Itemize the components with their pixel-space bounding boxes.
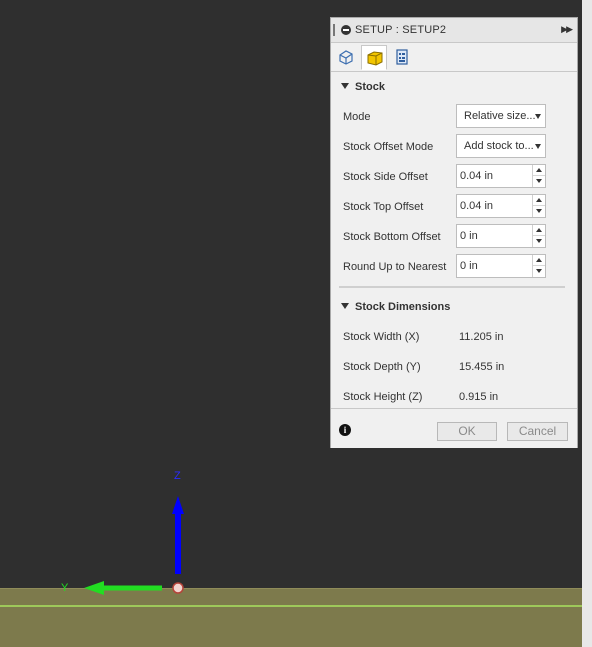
stock-height-label: Stock Height (Z) xyxy=(343,391,423,403)
stock-bottom-offset-value: 0 in xyxy=(460,230,478,242)
y-axis-arrowhead xyxy=(84,581,104,595)
stock-dimensions-section-header[interactable]: Stock Dimensions xyxy=(331,297,577,319)
stock-offset-mode-dropdown[interactable]: Add stock to... xyxy=(456,134,546,158)
decrement-icon[interactable] xyxy=(533,236,545,247)
window-edge-strip xyxy=(582,0,592,647)
drag-grip-icon[interactable] xyxy=(333,24,335,36)
stock-bottom-offset-input[interactable]: 0 in xyxy=(456,224,546,248)
y-axis-shaft xyxy=(100,585,162,591)
program-sheet-icon xyxy=(396,49,408,65)
decrement-icon[interactable] xyxy=(533,266,545,277)
stock-offset-mode-label: Stock Offset Mode xyxy=(343,141,434,153)
mode-label: Mode xyxy=(343,111,371,123)
dialog-tabbar xyxy=(331,43,577,72)
stock-dimensions-section-title: Stock Dimensions xyxy=(355,301,451,313)
y-axis-label: Y xyxy=(61,582,69,594)
stock-side-offset-value: 0.04 in xyxy=(460,170,494,182)
chevron-down-icon xyxy=(535,144,541,149)
mode-value: Relative size... xyxy=(464,110,536,122)
decrement-icon[interactable] xyxy=(533,176,545,187)
stock-depth-label: Stock Depth (Y) xyxy=(343,361,421,373)
yellow-cube-icon xyxy=(367,51,383,66)
stock-width-label: Stock Width (X) xyxy=(343,331,420,343)
collapse-triangle-icon[interactable] xyxy=(341,303,349,309)
dialog-titlebar[interactable]: SETUP : SETUP2 ▶▶ xyxy=(331,18,577,43)
stock-side-offset-label: Stock Side Offset xyxy=(343,171,428,183)
setup-dialog: SETUP : SETUP2 ▶▶ Stock Mode Relative si… xyxy=(330,17,578,448)
increment-icon[interactable] xyxy=(533,225,545,236)
z-axis-arrowhead xyxy=(172,496,184,514)
ground-grid-line xyxy=(0,605,582,607)
collapse-triangle-icon[interactable] xyxy=(341,83,349,89)
collapse-icon[interactable] xyxy=(341,25,351,35)
info-icon[interactable]: i xyxy=(339,424,351,436)
tab-stock[interactable] xyxy=(361,45,387,70)
dialog-title: SETUP : SETUP2 xyxy=(355,24,447,36)
round-up-input[interactable]: 0 in xyxy=(456,254,546,278)
expand-icon[interactable]: ▶▶ xyxy=(561,24,573,35)
stock-width-value: 11.205 in xyxy=(459,331,504,343)
axis-triad xyxy=(84,496,184,595)
stock-depth-value: 15.455 in xyxy=(459,361,505,373)
stock-top-offset-input[interactable]: 0.04 in xyxy=(456,194,546,218)
z-axis-label: Z xyxy=(174,470,181,482)
ok-button[interactable]: OK xyxy=(437,422,497,441)
increment-icon[interactable] xyxy=(533,195,545,206)
tab-post-process[interactable] xyxy=(389,45,415,70)
tab-setup[interactable] xyxy=(333,45,359,70)
increment-icon[interactable] xyxy=(533,255,545,266)
stock-bottom-offset-label: Stock Bottom Offset xyxy=(343,231,441,243)
stock-top-offset-value: 0.04 in xyxy=(460,200,494,212)
decrement-icon[interactable] xyxy=(533,206,545,217)
round-up-label: Round Up to Nearest xyxy=(343,261,447,273)
cancel-button[interactable]: Cancel xyxy=(507,422,568,441)
origin-point xyxy=(172,582,184,594)
increment-icon[interactable] xyxy=(533,165,545,176)
section-divider xyxy=(339,286,565,288)
stock-offset-mode-value: Add stock to... xyxy=(464,140,534,152)
stock-top-offset-label: Stock Top Offset xyxy=(343,201,424,213)
stock-height-value: 0.915 in xyxy=(459,391,499,403)
stock-section-header[interactable]: Stock xyxy=(331,77,577,99)
cube-outline-icon xyxy=(339,50,353,65)
mode-dropdown[interactable]: Relative size... xyxy=(456,104,546,128)
stock-section-title: Stock xyxy=(355,81,385,93)
stock-side-offset-input[interactable]: 0.04 in xyxy=(456,164,546,188)
z-axis-shaft xyxy=(175,512,181,574)
round-up-value: 0 in xyxy=(460,260,478,272)
chevron-down-icon xyxy=(535,114,541,119)
dialog-footer: i OK Cancel xyxy=(331,408,577,448)
